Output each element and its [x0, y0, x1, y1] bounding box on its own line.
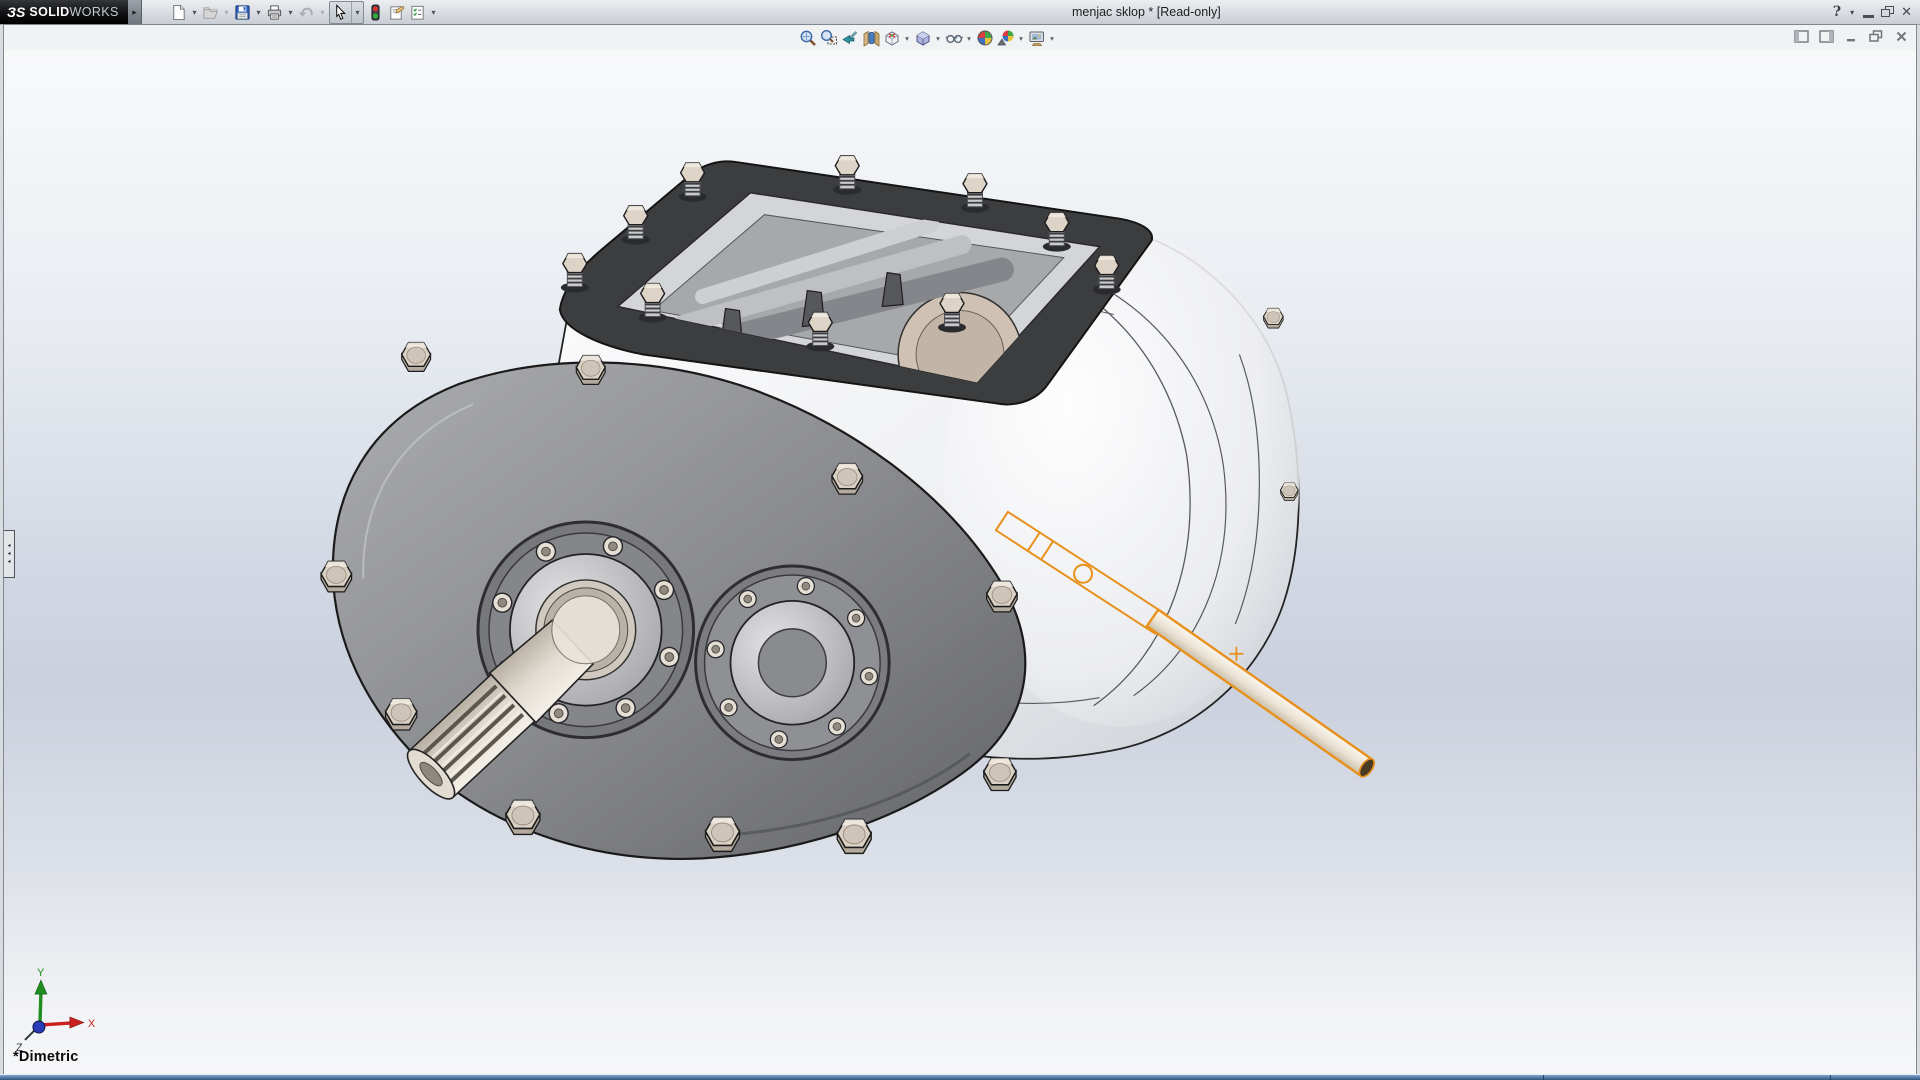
section-view-icon [862, 29, 880, 47]
restore-button[interactable] [1881, 2, 1894, 22]
select-cursor-icon [332, 4, 349, 21]
window-controls: ? ▾ ✕ [1833, 0, 1912, 24]
display-style-icon [914, 29, 932, 47]
view-settings-button[interactable] [1026, 28, 1047, 48]
select-tool-button[interactable] [330, 2, 351, 23]
view-orientation-label: *Dimetric [13, 1049, 78, 1065]
minimize-icon [1863, 15, 1874, 18]
orientation-triad: X Y Z [16, 967, 96, 1054]
rebuild-button[interactable] [365, 2, 386, 23]
hide-show-items-button[interactable] [943, 28, 964, 48]
collapse-arrow-icon: ◂ [7, 559, 10, 565]
toggle-right-pane-button[interactable] [1817, 29, 1835, 44]
status-separator [1543, 1075, 1544, 1080]
doc-minimize-icon [1845, 30, 1858, 43]
file-properties-icon [388, 4, 405, 21]
edit-appearance-button[interactable] [974, 28, 995, 48]
display-style-dropdown[interactable]: ▾ [933, 28, 943, 48]
open-icon [202, 4, 219, 21]
doc-close-icon [1895, 30, 1908, 43]
view-settings-icon [1028, 29, 1046, 47]
view-settings-dropdown[interactable]: ▾ [1047, 28, 1057, 48]
window-title: menjac sklop * [Read-only] [1072, 0, 1221, 24]
zoom-to-area-icon [820, 29, 838, 47]
new-document-icon [170, 4, 187, 21]
open-dropdown[interactable]: ▾ [221, 2, 232, 23]
help-dropdown[interactable]: ▾ [1848, 2, 1856, 22]
help-button[interactable]: ? [1833, 2, 1841, 22]
rebuild-traffic-light-icon [367, 4, 384, 21]
collapse-arrow-icon: ◂ [7, 543, 10, 549]
options-dropdown[interactable]: ▾ [428, 2, 439, 23]
print-button[interactable] [264, 2, 285, 23]
view-orientation-icon [883, 29, 901, 47]
graphics-viewport[interactable]: X Y Z [3, 24, 1917, 1075]
restore-icon [1881, 6, 1894, 18]
view-orientation-button[interactable] [881, 28, 902, 48]
feature-pane-collapsed-tab[interactable]: ◂ ◂ ◂ [4, 530, 15, 578]
select-tool-active-combo: ▾ [329, 1, 364, 24]
doc-minimize-button[interactable] [1842, 29, 1860, 44]
doc-restore-icon [1869, 30, 1883, 43]
section-view-button[interactable] [860, 28, 881, 48]
close-button[interactable]: ✕ [1901, 2, 1912, 22]
print-dropdown[interactable]: ▾ [285, 2, 296, 23]
status-bar [0, 1074, 1920, 1080]
triad-x-label: X [88, 1018, 96, 1030]
solidworks-logo-icon: ЗS [7, 4, 25, 20]
save-dropdown[interactable]: ▾ [253, 2, 264, 23]
doc-restore-button[interactable] [1867, 29, 1885, 44]
minimize-button[interactable] [1863, 2, 1874, 22]
document-window-controls [1792, 29, 1910, 44]
toggle-left-pane-icon [1794, 30, 1809, 43]
doc-close-button[interactable] [1892, 29, 1910, 44]
print-icon [266, 4, 283, 21]
new-dropdown[interactable]: ▾ [189, 2, 200, 23]
previous-view-button[interactable] [839, 28, 860, 48]
hide-show-items-dropdown[interactable]: ▾ [964, 28, 974, 48]
logo-text-solid: SOLID [29, 5, 69, 19]
apply-scene-dropdown[interactable]: ▾ [1016, 28, 1026, 48]
save-button[interactable] [232, 2, 253, 23]
toggle-right-pane-icon [1819, 30, 1834, 43]
options-button[interactable] [407, 2, 428, 23]
select-dropdown[interactable]: ▾ [351, 2, 363, 23]
bearing-cover-right[interactable] [696, 566, 890, 760]
logo-text-works: WORKS [70, 5, 119, 19]
title-bar: ЗS SOLID WORKS ▸ ▾ ▾ [0, 0, 1920, 25]
previous-view-icon [841, 29, 859, 47]
collapse-arrow-icon: ◂ [7, 551, 10, 557]
menu-expand-button[interactable]: ▸ [128, 0, 142, 24]
undo-dropdown[interactable]: ▾ [317, 2, 328, 23]
save-icon [234, 4, 251, 21]
zoom-to-fit-icon [799, 29, 817, 47]
toggle-left-pane-button[interactable] [1792, 29, 1810, 44]
triad-y-label: Y [37, 967, 45, 979]
options-icon [409, 4, 426, 21]
apply-scene-icon [997, 29, 1015, 47]
view-orientation-dropdown[interactable]: ▾ [902, 28, 912, 48]
zoom-to-fit-button[interactable] [797, 28, 818, 48]
undo-button[interactable] [296, 2, 317, 23]
status-separator [1830, 1075, 1831, 1080]
menu-bar-toolbar: ▾ ▾ ▾ [168, 1, 439, 23]
apply-scene-button[interactable] [995, 28, 1016, 48]
zoom-to-area-button[interactable] [818, 28, 839, 48]
display-style-button[interactable] [912, 28, 933, 48]
headsup-view-toolbar: ▾ ▾ ▾ [797, 28, 1057, 48]
file-properties-button[interactable] [386, 2, 407, 23]
solidworks-window: ЗS SOLID WORKS ▸ ▾ ▾ [0, 0, 1920, 1080]
solidworks-logo: ЗS SOLID WORKS [0, 0, 128, 24]
edit-appearance-icon [976, 29, 994, 47]
open-button[interactable] [200, 2, 221, 23]
hide-show-items-icon [945, 29, 963, 47]
undo-icon [298, 4, 315, 21]
new-document-button[interactable] [168, 2, 189, 23]
gearbox-assembly-model[interactable]: X Y Z [4, 25, 1916, 1074]
